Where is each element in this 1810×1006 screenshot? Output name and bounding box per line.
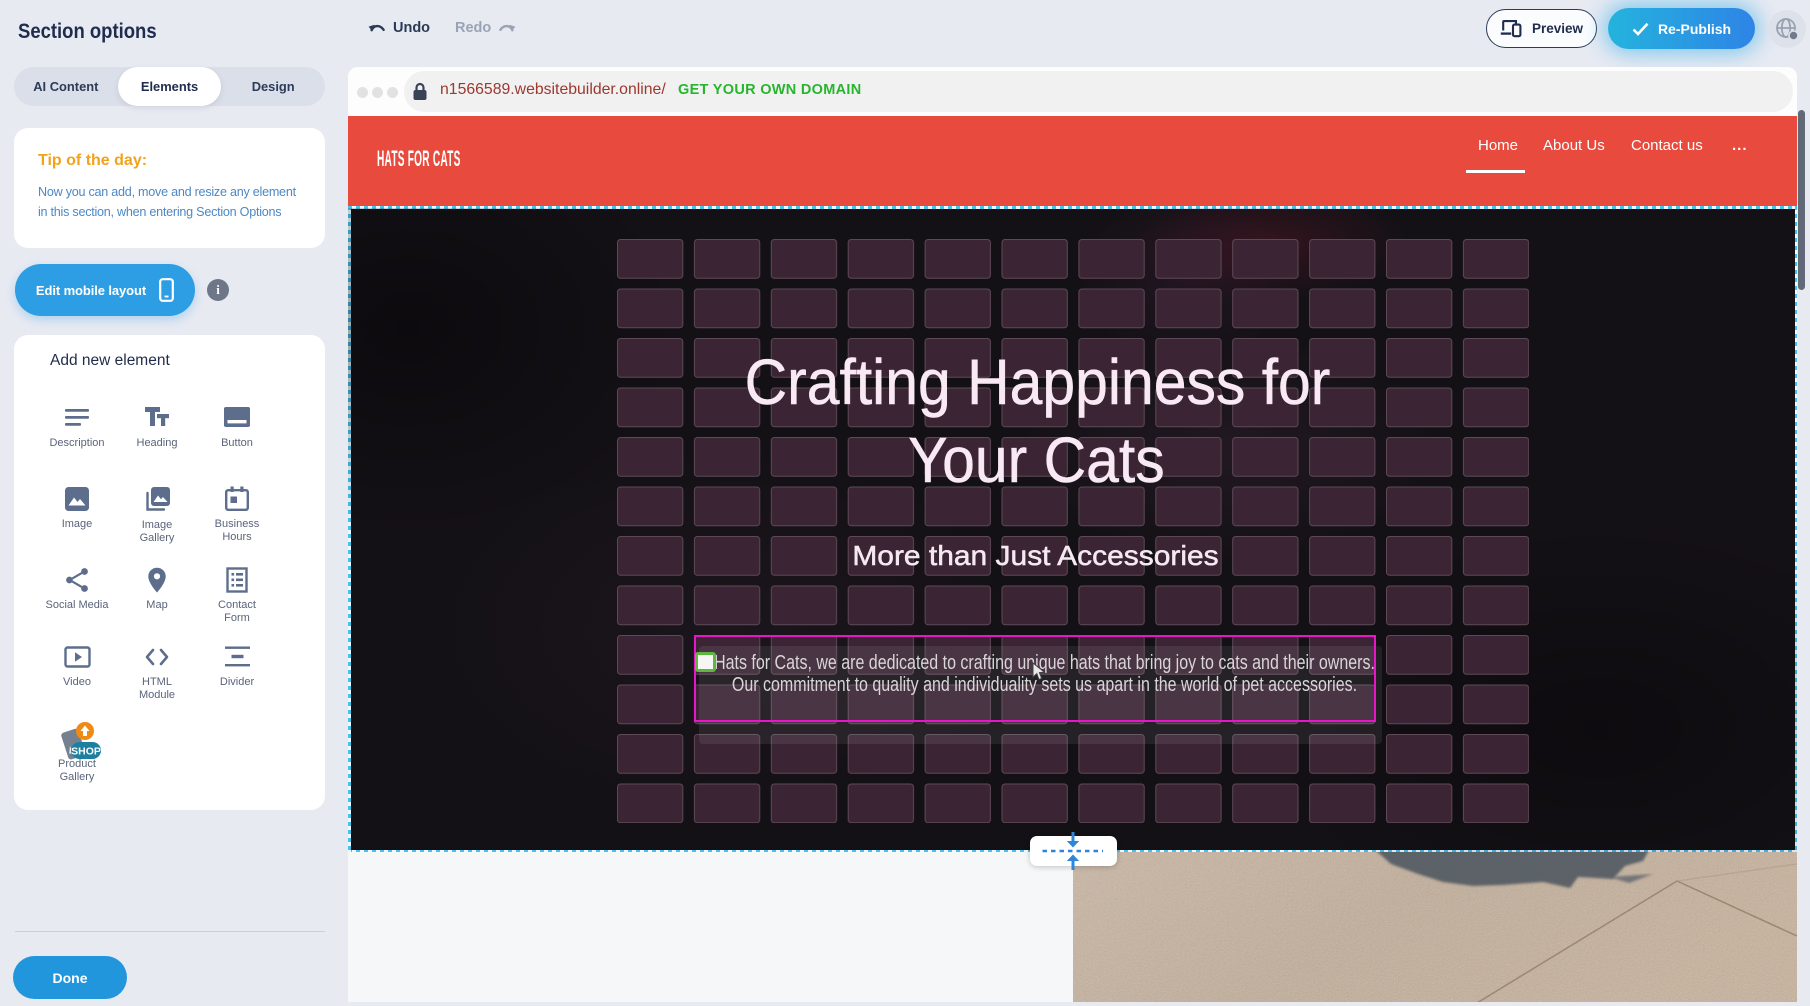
svg-text:SHOP: SHOP: [71, 746, 101, 758]
